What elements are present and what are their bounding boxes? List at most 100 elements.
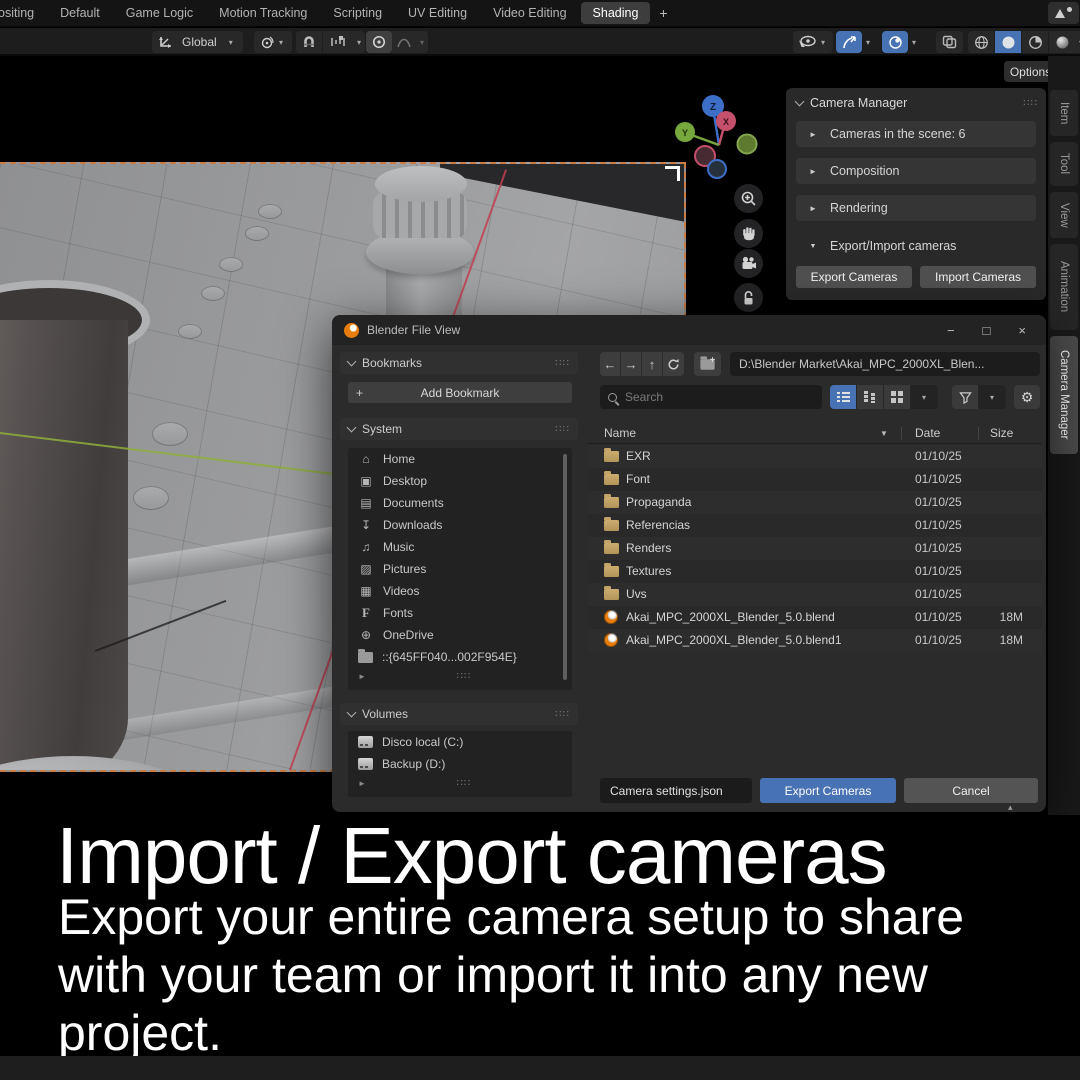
drag-handle-icon[interactable]: ∷∷ (555, 424, 570, 435)
close-button[interactable]: × (1018, 323, 1026, 338)
vertical-list-view-button[interactable] (830, 385, 857, 409)
drag-handle-icon[interactable]: ∷∷ (457, 671, 472, 682)
sidebar-tab-camera-manager[interactable]: Camera Manager (1050, 336, 1078, 454)
show-overlays-button[interactable] (882, 31, 908, 53)
section-export-import[interactable]: ▼ Export/Import cameras (796, 233, 1036, 259)
column-divider[interactable] (901, 427, 902, 440)
detail-list-view-button[interactable] (857, 385, 884, 409)
volumes-section-header[interactable]: Volumes ∷∷ (340, 703, 578, 725)
file-row-referencias[interactable]: Referencias 01/10/25 (588, 514, 1042, 537)
column-name[interactable]: Name (604, 426, 636, 440)
proportional-edit-button[interactable] (366, 31, 392, 53)
drag-handle-icon[interactable]: ∷∷ (457, 778, 472, 789)
tab-scripting[interactable]: Scripting (321, 2, 394, 24)
system-section-header[interactable]: System ∷∷ (340, 418, 578, 440)
solid-shading-button[interactable] (995, 31, 1021, 53)
drag-handle-icon[interactable]: ∷∷ (555, 709, 570, 720)
drag-handle-icon[interactable]: ∷∷ (1023, 98, 1038, 109)
section-rendering[interactable]: ► Rendering (796, 195, 1036, 221)
file-row-font[interactable]: Font 01/10/25 (588, 468, 1042, 491)
tab-compositing[interactable]: ositing (0, 2, 46, 24)
file-row-uvs[interactable]: Uvs 01/10/25 (588, 583, 1042, 606)
maximize-button[interactable]: □ (983, 323, 991, 338)
sidebar-tab-view[interactable]: View (1050, 192, 1078, 238)
bookmarks-section-header[interactable]: Bookmarks ∷∷ (340, 352, 578, 374)
system-item-videos[interactable]: ▦ Videos (348, 580, 572, 602)
system-item-home[interactable]: ⌂ Home (348, 448, 572, 470)
collapse-arrow-icon[interactable]: ▴ (1008, 802, 1013, 813)
search-field[interactable]: Search (600, 385, 822, 409)
file-row-renders[interactable]: Renders 01/10/25 (588, 537, 1042, 560)
file-row-textures[interactable]: Textures 01/10/25 (588, 560, 1042, 583)
pivot-point-dropdown[interactable]: ▾ (254, 31, 292, 53)
snap-toggle-button[interactable] (296, 31, 322, 53)
settings-button[interactable]: ⚙ (1014, 385, 1040, 409)
import-cameras-button[interactable]: Import Cameras (920, 266, 1036, 288)
system-item-downloads[interactable]: ↧ Downloads (348, 514, 572, 536)
export-cameras-confirm-button[interactable]: Export Cameras (760, 778, 896, 803)
forward-button[interactable]: → (621, 352, 642, 376)
selectability-visibility-dropdown[interactable]: ▾ (793, 31, 833, 53)
cancel-button[interactable]: Cancel (904, 778, 1038, 803)
system-item-guid-folder[interactable]: ::{645FF040...002F954E} (348, 646, 572, 668)
file-row-blend[interactable]: Akai_MPC_2000XL_Blender_5.0.blend 01/10/… (588, 606, 1042, 629)
rendered-shading-button[interactable] (1049, 31, 1075, 53)
up-directory-button[interactable]: ↑ (642, 352, 663, 376)
sidebar-tab-item[interactable]: Item (1050, 90, 1078, 136)
system-item-music[interactable]: ♫ Music (348, 536, 572, 558)
sidebar-tab-animation[interactable]: Animation (1050, 244, 1078, 330)
file-path-field[interactable]: D:\Blender Market\Akai_MPC_2000XL_Blen..… (730, 352, 1040, 376)
tab-default[interactable]: Default (48, 2, 112, 24)
display-settings-dropdown[interactable]: ▾ (911, 385, 938, 409)
tab-game-logic[interactable]: Game Logic (114, 2, 205, 24)
tab-video-editing[interactable]: Video Editing (481, 2, 578, 24)
refresh-button[interactable] (663, 352, 684, 376)
camera-view-button[interactable] (734, 249, 763, 278)
file-row-exr[interactable]: EXR 01/10/25 (588, 445, 1042, 468)
filter-settings-dropdown[interactable]: ▾ (979, 385, 1006, 409)
lock-view-button[interactable] (734, 283, 763, 312)
navigation-gizmo[interactable]: Z X Y (672, 90, 782, 190)
file-row-blend1[interactable]: Akai_MPC_2000XL_Blender_5.0.blend1 01/10… (588, 629, 1042, 652)
thumbnail-view-button[interactable] (884, 385, 911, 409)
column-divider[interactable] (978, 427, 979, 440)
sidebar-tab-tool[interactable]: Tool (1050, 142, 1078, 186)
system-item-desktop[interactable]: ▣ Desktop (348, 470, 572, 492)
tab-motion-tracking[interactable]: Motion Tracking (207, 2, 319, 24)
system-item-pictures[interactable]: ▨ Pictures (348, 558, 572, 580)
tab-shading[interactable]: Shading (581, 2, 651, 24)
section-composition[interactable]: ► Composition (796, 158, 1036, 184)
column-date[interactable]: Date (915, 426, 940, 440)
scene-icon[interactable] (1048, 2, 1079, 24)
section-cameras-in-scene[interactable]: ► Cameras in the scene: 6 (796, 121, 1036, 147)
system-item-documents[interactable]: ▤ Documents (348, 492, 572, 514)
camera-manager-header[interactable]: Camera Manager ∷∷ (796, 94, 1038, 112)
new-folder-button[interactable]: + (694, 352, 721, 376)
file-view-titlebar[interactable]: Blender File View − □ × (332, 315, 1046, 345)
back-button[interactable]: ← (600, 352, 621, 376)
system-scrollbar[interactable] (563, 454, 567, 680)
drag-handle-icon[interactable]: ∷∷ (555, 358, 570, 369)
xray-toggle-button[interactable] (936, 31, 963, 53)
tab-uv-editing[interactable]: UV Editing (396, 2, 479, 24)
pan-button[interactable] (734, 219, 763, 248)
material-preview-button[interactable] (1022, 31, 1048, 53)
add-bookmark-button[interactable]: + Add Bookmark (348, 382, 572, 403)
snap-target-dropdown[interactable] (323, 31, 353, 53)
filename-input[interactable]: Camera settings.json (600, 778, 752, 803)
gizmo-neg-z-axis[interactable] (708, 160, 726, 178)
wireframe-shading-button[interactable] (968, 31, 994, 53)
zoom-button[interactable] (734, 184, 763, 213)
system-item-onedrive[interactable]: ⊕ OneDrive (348, 624, 572, 646)
gizmo-neg-y-axis[interactable] (738, 135, 757, 154)
add-workspace-button[interactable]: + (651, 3, 675, 23)
show-gizmo-button[interactable] (836, 31, 862, 53)
falloff-dropdown[interactable] (392, 31, 416, 53)
file-row-propaganda[interactable]: Propaganda 01/10/25 (588, 491, 1042, 514)
column-size[interactable]: Size (990, 426, 1013, 440)
volume-item-c-drive[interactable]: Disco local (C:) (348, 731, 572, 753)
transform-orientation-dropdown[interactable]: Global ▾ (152, 31, 243, 53)
volume-item-d-drive[interactable]: Backup (D:) (348, 753, 572, 775)
system-item-fonts[interactable]: F Fonts (348, 602, 572, 624)
filter-button[interactable] (952, 385, 979, 409)
